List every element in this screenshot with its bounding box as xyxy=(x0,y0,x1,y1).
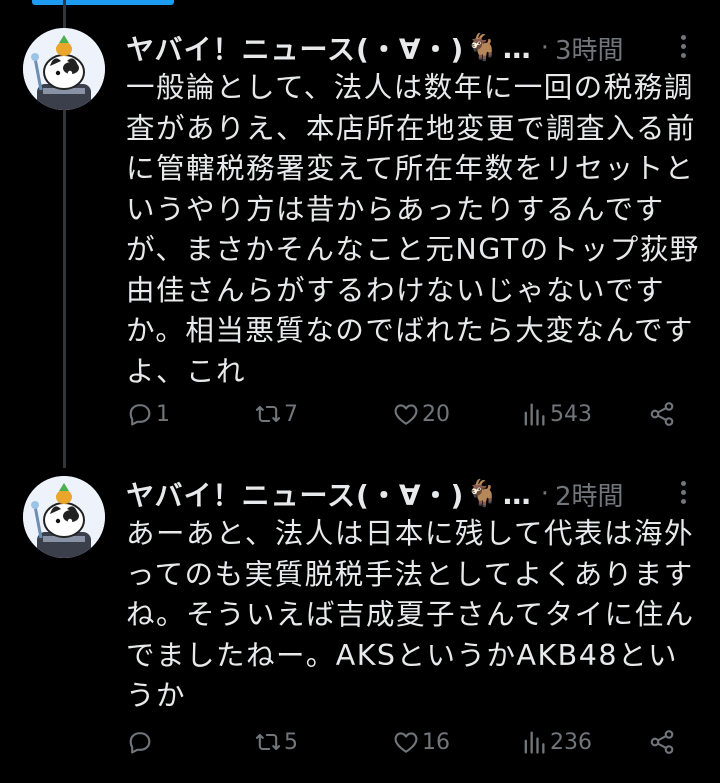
tweet-text-line: が、まさかそんなこと元NGTのトップ荻野 xyxy=(126,233,700,266)
like-count: 20 xyxy=(422,401,450,427)
avatar[interactable] xyxy=(23,476,105,558)
goat-emoji-icon: 🐐 xyxy=(466,479,499,509)
share-button[interactable] xyxy=(648,400,676,428)
views-icon xyxy=(524,403,545,426)
action-bar: 1 7 20 543 xyxy=(126,400,680,436)
tweet-text: あーあと、法人は日本に残して代表は海外 ってのも実質脱税手法としてよくあります … xyxy=(126,514,706,717)
like-button[interactable]: 16 xyxy=(392,728,450,756)
goat-emoji-icon: 🐐 xyxy=(466,33,499,63)
views-button[interactable]: 236 xyxy=(520,728,592,756)
tweet-text-line: に管轄税務署変えて所在年数をリセットと xyxy=(126,152,695,185)
name-truncation: … xyxy=(502,31,531,65)
tweet-text-line: うか xyxy=(126,679,187,712)
like-icon xyxy=(394,404,418,425)
more-icon[interactable] xyxy=(676,478,690,508)
view-count: 236 xyxy=(550,729,592,755)
timestamp[interactable]: 2時間 xyxy=(555,476,624,513)
display-name[interactable]: ヤバイ！ニュース(・∀・) xyxy=(126,474,464,514)
more-icon[interactable] xyxy=(676,32,690,62)
tweet-header: ヤバイ！ニュース(・∀・) 🐐 … · 3時間 xyxy=(126,28,690,68)
retweet-count: 7 xyxy=(284,401,298,427)
tweet-text-line: でましたねー。AKSというかAKB48とい xyxy=(126,638,678,672)
share-button[interactable] xyxy=(648,728,676,756)
timestamp[interactable]: 3時間 xyxy=(555,30,624,67)
retweet-button[interactable]: 7 xyxy=(254,400,298,428)
share-icon xyxy=(650,730,674,754)
reply-icon xyxy=(129,732,151,754)
like-button[interactable]: 20 xyxy=(392,400,450,428)
retweet-count: 5 xyxy=(284,729,298,755)
action-bar: 5 16 236 xyxy=(126,728,680,764)
tweet-text-line: 由佳さんらがするわけないじゃないです xyxy=(126,273,666,307)
like-icon xyxy=(394,732,418,753)
views-icon xyxy=(524,731,545,754)
separator-dot: · xyxy=(540,33,549,63)
tweet-text-line: 一般論として、法人は数年に一回の税務調 xyxy=(126,71,694,104)
name-truncation: … xyxy=(502,477,531,511)
display-name[interactable]: ヤバイ！ニュース(・∀・) xyxy=(126,28,464,68)
tweet-text-line: いうやり方は昔からあったりするんです xyxy=(126,192,665,226)
view-count: 543 xyxy=(550,401,592,427)
reply-count: 1 xyxy=(156,401,170,427)
tweet-text-line: ね。そういえば吉成夏子さんてタイに住ん xyxy=(126,598,695,631)
reply-button[interactable]: 1 xyxy=(126,400,170,428)
separator-dot: · xyxy=(540,479,549,509)
retweet-icon xyxy=(255,733,281,751)
reply-icon xyxy=(129,404,151,426)
tweet-header: ヤバイ！ニュース(・∀・) 🐐 … · 2時間 xyxy=(126,474,690,514)
avatar[interactable] xyxy=(23,28,105,110)
tweet-text-line: ってのも実質脱税手法としてよくあります xyxy=(126,557,694,591)
tweet-text-line: か。相当悪質なのでばれたら大変なんです xyxy=(126,314,695,347)
retweet-icon xyxy=(255,405,281,423)
active-tab-indicator xyxy=(32,0,174,5)
retweet-button[interactable]: 5 xyxy=(254,728,298,756)
like-count: 16 xyxy=(422,729,450,755)
reply-button[interactable] xyxy=(126,728,156,756)
tweet-text-line: 査がありえ、本店所在地変更で調査入る前 xyxy=(126,111,697,145)
tweet-text: 一般論として、法人は数年に一回の税務調 査がありえ、本店所在地変更で調査入る前 … xyxy=(126,68,706,392)
views-button[interactable]: 543 xyxy=(520,400,592,428)
tweet-text-line: よ、これ xyxy=(126,354,247,388)
share-icon xyxy=(650,402,674,426)
tweet-text-line: あーあと、法人は日本に残して代表は海外 xyxy=(126,517,695,550)
